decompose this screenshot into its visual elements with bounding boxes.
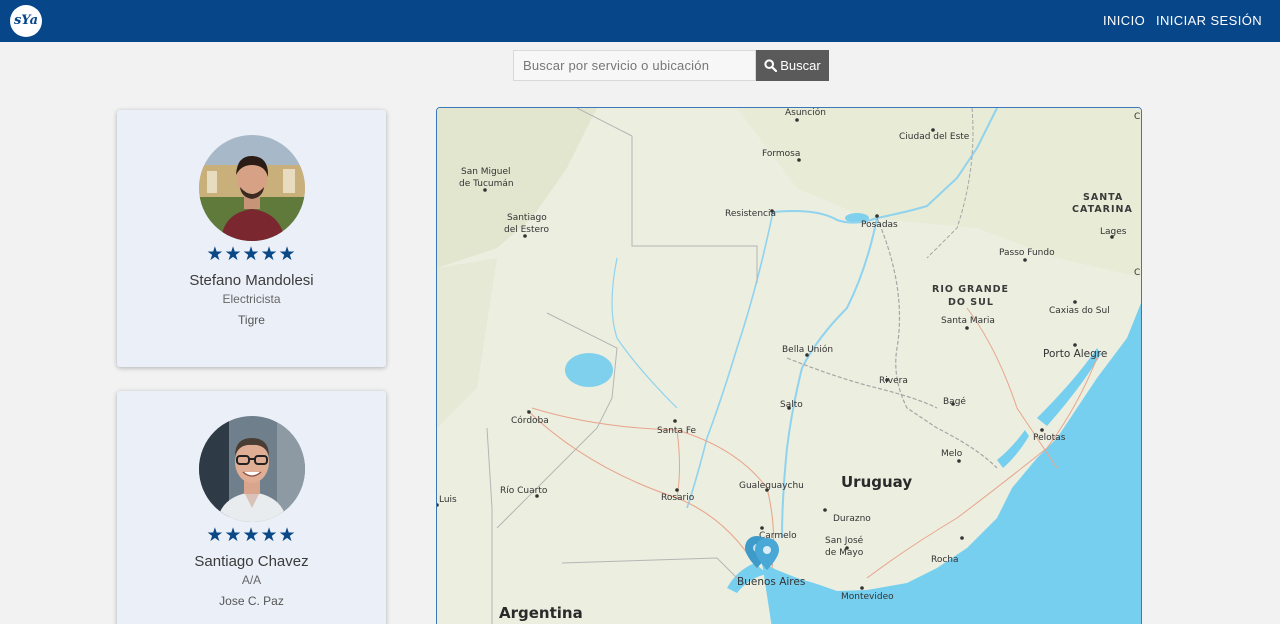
city-label: Córdoba: [511, 415, 549, 426]
city-label: de Tucumán: [459, 179, 514, 189]
lake: [565, 353, 613, 387]
edge-label: C: [1134, 268, 1140, 278]
country-label: Argentina: [499, 604, 583, 622]
city-label: Lages: [1100, 227, 1127, 237]
brand-logo[interactable]: sYa: [10, 5, 42, 37]
region-label: DO SUL: [948, 297, 994, 308]
city-label: Luis: [439, 495, 457, 505]
profile-card[interactable]: ★★★★★ Santiago Chavez A/A Jose C. Paz: [117, 391, 386, 624]
profile-role: A/A: [241, 573, 262, 587]
city-label: del Estero: [504, 225, 550, 235]
city-label: Gualeguaychu: [739, 481, 804, 491]
city-label: Pelotas: [1033, 433, 1066, 443]
avatar: [199, 135, 305, 241]
profile-role: Electricista: [222, 292, 281, 306]
profile-location: Tigre: [238, 313, 265, 327]
region-label: SANTA: [1083, 192, 1123, 203]
city-label: Caxias do Sul: [1049, 306, 1110, 316]
nav-link-inicio[interactable]: INICIO: [1103, 13, 1145, 28]
profile-location: Jose C. Paz: [219, 594, 284, 608]
edge-label: C: [1134, 112, 1140, 122]
city-label: Santa Maria: [941, 316, 995, 326]
nav-link-login[interactable]: INICIAR SESIÓN: [1156, 13, 1262, 28]
city-label: Rosario: [661, 493, 695, 503]
profile-name: Santiago Chavez: [194, 553, 309, 570]
city-label: Bella Unión: [782, 344, 833, 355]
city-label: Santa Fe: [657, 426, 697, 436]
city-label: de Mayo: [825, 548, 864, 558]
city-label: Melo: [941, 449, 963, 459]
city-label: Formosa: [762, 149, 800, 159]
city-label: Asunción: [785, 108, 826, 118]
city-label: Bagé: [943, 396, 966, 407]
city-label: Resistencia: [725, 209, 776, 219]
search-button-label: Buscar: [780, 58, 821, 73]
city-label: Rocha: [931, 555, 959, 565]
city-label: Santiago: [507, 213, 547, 223]
city-label: Passo Fundo: [999, 248, 1055, 258]
city-label: San José: [825, 535, 864, 546]
city-label: Salto: [780, 400, 803, 410]
city-label: Porto Alegre: [1043, 348, 1107, 360]
search-button[interactable]: Buscar: [756, 50, 829, 81]
profile-name: Stefano Mandolesi: [189, 272, 314, 289]
map-view[interactable]: Asunción Ciudad del Este Formosa San Mig…: [436, 107, 1142, 624]
city-label: Durazno: [833, 514, 871, 524]
city-label: San Miguel: [461, 167, 511, 177]
region-label: CATARINA: [1072, 204, 1133, 215]
avatar: [199, 416, 305, 522]
search-input[interactable]: [513, 50, 756, 81]
rating-stars: ★★★★★: [206, 525, 297, 546]
city-label: Ciudad del Este: [899, 132, 970, 142]
city-label: Rivera: [879, 376, 908, 386]
search-icon: [764, 59, 778, 72]
country-label: Uruguay: [841, 473, 912, 491]
rating-stars: ★★★★★: [206, 244, 297, 265]
city-label: Río Cuarto: [500, 486, 548, 496]
region-label: RIO GRANDE: [932, 284, 1009, 295]
city-label: Montevideo: [841, 592, 894, 602]
city-label: Buenos Aires: [737, 576, 805, 588]
profile-card[interactable]: ★★★★★ Stefano Mandolesi Electricista Tig…: [117, 110, 386, 367]
city-label: Posadas: [861, 220, 898, 230]
top-navbar: sYa INICIO INICIAR SESIÓN: [0, 0, 1280, 42]
